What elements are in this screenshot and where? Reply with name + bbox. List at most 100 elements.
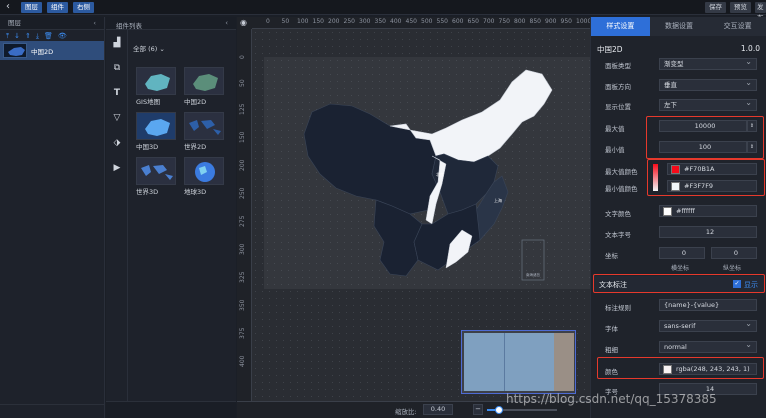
zoom-input[interactable]: 0.40 <box>423 404 453 415</box>
preview-button[interactable]: 预览 <box>730 2 751 13</box>
filter-icon[interactable]: ▽ <box>106 105 128 130</box>
ruler-tick-label: 275 <box>239 215 246 227</box>
save-button[interactable]: 保存 <box>705 2 726 13</box>
tab-data[interactable]: 数据设置 <box>649 17 709 36</box>
city-label-shanghai: 上海 <box>494 197 502 203</box>
tab-interaction[interactable]: 交互设置 <box>708 17 766 36</box>
component-label: 地球3D <box>184 188 207 196</box>
layer-toolbar: ⤒ ↓ ⇑ ⤓ 🗑 👁 <box>0 30 104 41</box>
delete-icon[interactable]: 🗑 <box>44 32 53 40</box>
coord-x-input[interactable]: 0 <box>659 247 705 259</box>
media-icon[interactable]: ⬗ <box>106 130 128 155</box>
collapse-icon[interactable]: ‹ <box>225 19 228 27</box>
layers-toggle-button[interactable]: 图层 <box>21 2 42 13</box>
ruler-tick-label: 800 <box>514 18 526 25</box>
publish-button[interactable]: 发布 <box>755 2 766 22</box>
max-value-label: 最大值 <box>605 125 625 133</box>
minimap[interactable] <box>461 330 576 394</box>
component-card-gis[interactable] <box>136 67 176 95</box>
inset-label: 南海诸岛 <box>526 272 540 277</box>
components-footer <box>106 401 236 418</box>
move-down-icon[interactable]: ↓ <box>14 32 20 40</box>
component-card-china2d[interactable] <box>184 67 224 95</box>
zoom-slider-handle[interactable] <box>495 406 503 414</box>
category-iconbar: ▟ ⧉ T ▽ ⬗ ▶ <box>106 30 128 418</box>
chart-icon[interactable]: ▟ <box>106 30 128 55</box>
minimap-divider <box>504 333 554 391</box>
components-toggle-button[interactable]: 组件 <box>47 2 68 13</box>
map-type-select[interactable]: 渐变型 <box>659 57 757 70</box>
map-region-west <box>303 103 441 215</box>
component-label: GIS地图 <box>136 98 161 106</box>
text-color-value: #ffffff <box>676 207 695 215</box>
category-dropdown[interactable]: 全部 (6) ⌄ <box>133 43 165 53</box>
coord-y-caption: 纵坐标 <box>723 265 742 272</box>
ruler-tick-label: 50 <box>239 79 246 87</box>
city-label-beijing: 北京 <box>436 171 444 177</box>
right-panel-toggle-button[interactable]: 右侧 <box>73 2 94 13</box>
ruler-tick-label: 350 <box>374 18 386 25</box>
position-select[interactable]: 左下 <box>659 98 757 111</box>
video-icon[interactable]: ▶ <box>106 155 128 180</box>
zoom-label: 缩放比: <box>395 408 417 416</box>
ruler-tick-label: 300 <box>359 18 371 25</box>
move-up-icon[interactable]: ⇑ <box>25 32 31 40</box>
font-size-label: 文本字号 <box>605 231 631 239</box>
layer-item[interactable]: 中国2D <box>0 41 104 60</box>
ruler-tick-label: 250 <box>239 187 246 199</box>
coord-y-input[interactable]: 0 <box>711 247 757 259</box>
ruler-tick-label: 200 <box>328 18 340 25</box>
layer-label: 中国2D <box>31 47 54 56</box>
component-card-world2d[interactable] <box>184 112 224 140</box>
ruler-tick-label: 500 <box>421 18 433 25</box>
components-panel-header: 组件列表 ‹ <box>106 17 236 30</box>
ruler-tick-label: 100 <box>297 18 309 25</box>
position-label: 显示位置 <box>605 103 631 111</box>
back-icon[interactable]: ‹ <box>6 1 10 12</box>
map-type-label: 面板类型 <box>605 62 631 70</box>
text-color-swatch[interactable] <box>663 207 672 216</box>
component-card-globe3d[interactable] <box>184 157 224 185</box>
direction-select[interactable]: 垂直 <box>659 78 757 91</box>
ruler-tick-label: 1000 <box>576 18 592 25</box>
ruler-tick-label: 200 <box>239 159 246 171</box>
component-card-world3d[interactable] <box>136 157 176 185</box>
highlight-box <box>646 116 764 159</box>
font-select[interactable]: sans-serif <box>659 319 757 332</box>
component-card-china3d[interactable] <box>136 112 176 140</box>
weight-select[interactable]: normal <box>659 340 757 353</box>
ruler-tick-label: 375 <box>239 327 246 339</box>
coord-x-caption: 横坐标 <box>671 265 690 272</box>
move-bottom-icon[interactable]: ⤓ <box>36 32 39 40</box>
china-map[interactable]: 北京 上海 南海诸岛 <box>290 64 580 289</box>
property-panel: 样式设置 数据设置 交互设置 中国2D 1.0.0 面板类型 渐变型 面板方向 … <box>590 17 766 418</box>
font-size-input[interactable]: 12 <box>659 226 757 238</box>
collapse-icon[interactable]: ‹ <box>93 17 96 30</box>
layers-footer <box>0 404 105 418</box>
component-label: 世界3D <box>136 188 159 196</box>
component-label: 中国3D <box>136 143 159 151</box>
minimap-edge <box>554 333 574 391</box>
rule-input[interactable]: {name}-{value} <box>659 299 757 311</box>
visibility-icon[interactable]: ◉ <box>237 17 252 29</box>
move-top-icon[interactable]: ⤒ <box>6 32 9 40</box>
highlight-box <box>647 159 765 196</box>
min-color-label: 最小值颜色 <box>605 185 638 193</box>
ruler-tick-label: 600 <box>452 18 464 25</box>
text-icon[interactable]: T <box>106 80 128 105</box>
layer-thumbnail <box>3 43 27 58</box>
ruler-tick-label: 50 <box>281 18 290 25</box>
ruler-tick-label: 900 <box>545 18 557 25</box>
text-color-picker[interactable]: #ffffff <box>659 205 757 217</box>
components-title: 组件列表 <box>116 22 142 30</box>
ruler-tick-label: 850 <box>529 18 541 25</box>
visibility-icon[interactable]: 👁 <box>58 32 67 40</box>
category-label: 全部 (6) <box>133 45 158 53</box>
map-icon[interactable]: ⧉ <box>106 55 128 80</box>
max-color-label: 最大值颜色 <box>605 168 638 176</box>
ruler-tick-label: 650 <box>467 18 479 25</box>
tab-style[interactable]: 样式设置 <box>591 17 650 36</box>
zoom-out-button[interactable]: − <box>473 404 483 415</box>
component-name: 中国2D <box>597 45 623 54</box>
direction-label: 面板方向 <box>605 83 631 91</box>
